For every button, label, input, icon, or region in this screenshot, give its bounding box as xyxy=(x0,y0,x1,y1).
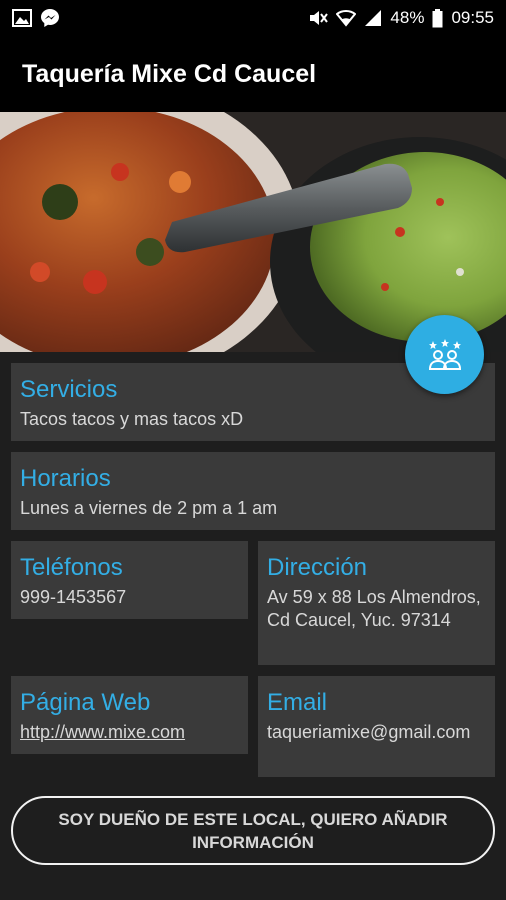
address-text[interactable]: Av 59 x 88 Los Almendros, Cd Caucel, Yuc… xyxy=(267,586,486,632)
app-bar: Taquería Mixe Cd Caucel xyxy=(0,36,506,112)
battery-percent: 48% xyxy=(390,8,425,27)
wifi-icon xyxy=(336,10,357,27)
phone-number[interactable]: 999-1453567 xyxy=(20,586,239,609)
battery-icon xyxy=(432,8,443,27)
page-title: Taquería Mixe Cd Caucel xyxy=(22,59,317,88)
email-address[interactable]: taqueriamixe@gmail.com xyxy=(267,721,486,744)
telefonos-card[interactable]: Teléfonos 999-1453567 xyxy=(11,541,248,619)
hero-image xyxy=(0,112,506,352)
status-bar: 48% 09:55 xyxy=(0,0,506,36)
website-link[interactable]: http://www.mixe.com xyxy=(20,721,239,744)
email-card[interactable]: Email taqueriamixe@gmail.com xyxy=(258,676,495,777)
horarios-value: Lunes a viernes de 2 pm a 1 am xyxy=(20,498,278,518)
messenger-icon xyxy=(41,9,59,27)
web-card[interactable]: Página Web http://www.mixe.com xyxy=(11,676,248,754)
claim-business-button[interactable]: SOY DUEÑO DE ESTE LOCAL, QUIERO AÑADIR I… xyxy=(11,796,495,865)
telefonos-title: Teléfonos xyxy=(20,554,123,581)
mute-icon xyxy=(310,11,329,25)
community-fab[interactable] xyxy=(405,315,484,394)
direccion-title: Dirección xyxy=(267,554,368,581)
email-title: Email xyxy=(267,689,328,716)
claim-business-label: SOY DUEÑO DE ESTE LOCAL, QUIERO AÑADIR I… xyxy=(58,809,448,852)
web-title: Página Web xyxy=(20,689,151,716)
image-icon xyxy=(12,9,32,27)
horarios-card: Horarios Lunes a viernes de 2 pm a 1 am xyxy=(11,452,495,530)
signal-icon xyxy=(365,10,382,26)
clock: 09:55 xyxy=(451,8,494,27)
servicios-value: Tacos tacos y mas tacos xD xyxy=(20,409,244,429)
horarios-title: Horarios xyxy=(20,465,111,492)
people-stars-icon xyxy=(428,338,461,370)
direccion-card[interactable]: Dirección Av 59 x 88 Los Almendros, Cd C… xyxy=(258,541,495,665)
